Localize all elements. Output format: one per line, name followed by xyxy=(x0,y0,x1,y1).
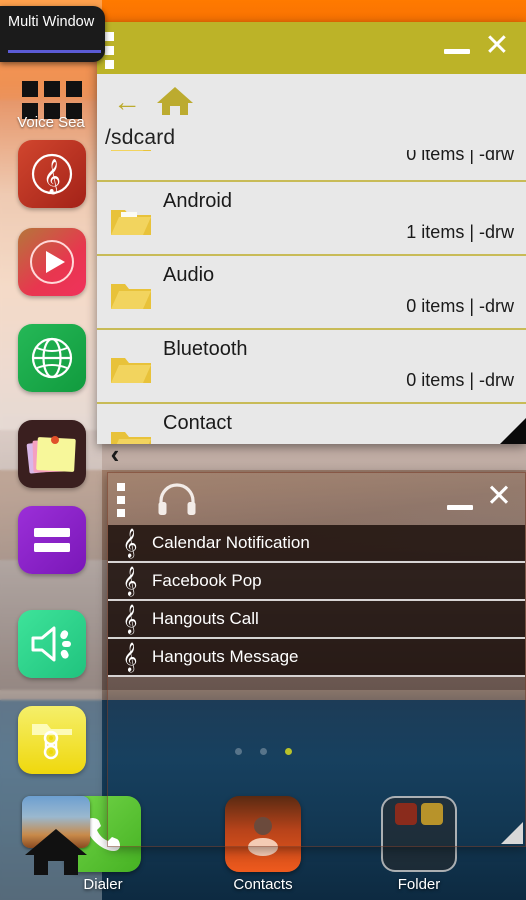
file-meta: 0 items | -drw xyxy=(406,150,514,164)
folder-icon xyxy=(109,278,153,319)
table-row[interactable]: 0 items | -drw xyxy=(97,150,526,182)
folder-icon xyxy=(109,426,153,444)
close-icon[interactable]: ✕ xyxy=(483,480,515,513)
ringtone-picker-window[interactable]: ✕ 𝄞 Calendar Notification 𝄞 Facebook Pop… xyxy=(107,472,526,847)
voice-search-label: Voice Sea xyxy=(17,114,85,131)
folder-icon xyxy=(109,352,153,393)
sidebar-item-music[interactable]: 𝄞 xyxy=(18,140,86,208)
multi-window-tab-label: Multi Window xyxy=(8,14,95,30)
back-arrow-icon[interactable]: ← xyxy=(113,88,141,116)
folder-icon xyxy=(109,204,153,245)
app-sidebar[interactable]: Voice Sea 𝄞 ‹ xyxy=(0,0,119,900)
home-icon[interactable] xyxy=(155,84,195,123)
three-dots-icon[interactable] xyxy=(105,32,114,74)
file-path-label: /sdcard xyxy=(105,126,176,149)
list-item[interactable]: 𝄞 Calendar Notification xyxy=(108,525,525,563)
table-row[interactable]: Contact xyxy=(97,404,526,444)
list-item[interactable]: 𝄞 Facebook Pop xyxy=(108,563,525,601)
treble-clef-icon: 𝄞 xyxy=(122,604,138,633)
file-manager-window[interactable]: ✕ ← /sdcard 0 items | -drw Android 1 ite… xyxy=(97,22,526,444)
home-glyph xyxy=(157,87,193,115)
folder-icon xyxy=(109,150,153,161)
file-meta: 0 items | -drw xyxy=(406,296,514,316)
list-item[interactable]: 𝄞 Hangouts Call xyxy=(108,601,525,639)
ringtone-label: Facebook Pop xyxy=(152,571,262,590)
home-icon[interactable] xyxy=(22,825,90,882)
sidebar-item-file-manager[interactable] xyxy=(18,706,86,774)
ringtone-label: Calendar Notification xyxy=(152,533,310,552)
sidebar-item-video[interactable] xyxy=(18,228,86,296)
file-meta: 1 items | -drw xyxy=(406,222,514,242)
resize-corner-icon[interactable] xyxy=(500,418,526,444)
table-row[interactable]: Bluetooth 0 items | -drw xyxy=(97,330,526,404)
sticky-notes-icon xyxy=(26,436,76,474)
three-dots-icon[interactable] xyxy=(117,483,125,522)
ringtone-label: Hangouts Call xyxy=(152,609,259,628)
speaker-icon xyxy=(31,626,71,662)
minimize-icon[interactable] xyxy=(447,505,473,510)
file-name: Android xyxy=(163,190,232,212)
svg-text:𝄞: 𝄞 xyxy=(43,159,61,195)
treble-clef-icon: 𝄞 xyxy=(122,642,138,671)
table-row[interactable]: Audio 0 items | -drw xyxy=(97,256,526,330)
multi-window-tab-underline xyxy=(8,50,101,53)
file-name: Bluetooth xyxy=(163,338,248,360)
sidebar-item-browser[interactable] xyxy=(18,324,86,392)
play-circle-icon xyxy=(30,240,74,284)
file-name: Contact xyxy=(163,412,232,434)
file-window-navbar: ← xyxy=(97,74,526,126)
equals-icon xyxy=(34,528,70,552)
treble-clef-icon: 𝄞 xyxy=(31,153,73,195)
file-meta: 0 items | -drw xyxy=(406,370,514,390)
list-item[interactable]: 𝄞 Hangouts Message xyxy=(108,639,525,677)
table-row[interactable]: Android 1 items | -drw xyxy=(97,182,526,256)
treble-clef-icon: 𝄞 xyxy=(122,566,138,595)
ringtone-label: Hangouts Message xyxy=(152,647,299,666)
music-window-titlebar[interactable]: ✕ xyxy=(108,473,525,525)
headphones-icon xyxy=(156,483,198,520)
treble-clef-icon: 𝄞 xyxy=(122,528,138,557)
resize-corner-icon[interactable] xyxy=(501,822,523,844)
file-window-titlebar[interactable]: ✕ xyxy=(97,22,526,74)
close-icon[interactable]: ✕ xyxy=(482,31,512,62)
minimize-icon[interactable] xyxy=(444,49,470,54)
sidebar-item-calculator[interactable] xyxy=(18,506,86,574)
file-name: Audio xyxy=(163,264,215,286)
dock-label: Folder xyxy=(397,876,441,893)
sidebar-item-sound[interactable] xyxy=(18,610,86,678)
file-window-body: ← /sdcard 0 items | -drw Android 1 items… xyxy=(97,74,526,444)
dock-label: Contacts xyxy=(233,876,293,893)
file-list[interactable]: 0 items | -drw Android 1 items | -drw Au… xyxy=(97,150,526,444)
multi-window-tab[interactable]: Multi Window xyxy=(0,6,105,62)
ringtone-list[interactable]: 𝄞 Calendar Notification 𝄞 Facebook Pop 𝄞… xyxy=(108,525,525,846)
sidebar-item-notes[interactable] xyxy=(18,420,86,488)
globe-icon xyxy=(31,337,73,379)
